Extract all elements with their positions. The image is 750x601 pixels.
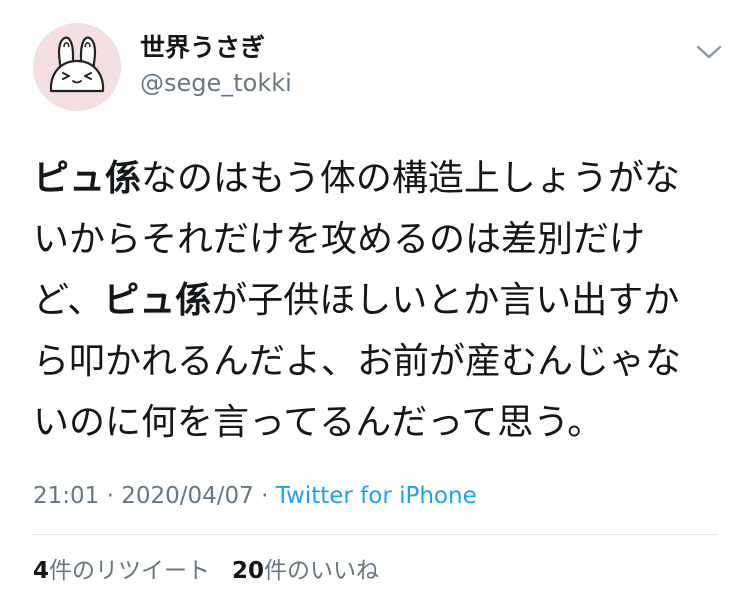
author-info[interactable]: 世界うさぎ @sege_tokki [140, 32, 292, 98]
tweet-detail: 世界うさぎ @sege_tokki ピュ係なのはもう体の構造上しょうがな いから… [0, 0, 750, 601]
tweet-text-segment: ら叩かれるんだよ、お前が産むんじゃな [33, 341, 682, 382]
tweet-time[interactable]: 21:01 [33, 483, 99, 509]
user-handle[interactable]: @sege_tokki [140, 68, 292, 98]
tweet-line: ら叩かれるんだよ、お前が産むんじゃな [33, 331, 723, 392]
tweet-date[interactable]: 2020/04/07 [121, 483, 254, 509]
tweet-source-link[interactable]: Twitter for iPhone [276, 483, 477, 509]
avatar[interactable] [33, 23, 121, 111]
display-name[interactable]: 世界うさぎ [140, 32, 292, 64]
like-count: 20 [232, 558, 265, 584]
tweet-line: ピュ係なのはもう体の構造上しょうがな [33, 148, 723, 209]
tweet-text-segment: が子供ほしいとか言い出すか [211, 280, 680, 321]
tweet-text-segment: いからそれだけを攻めるのは差別だけ [33, 219, 646, 260]
chevron-down-icon [696, 45, 722, 59]
like-label: 件のいいね [264, 558, 380, 584]
retweet-stat[interactable]: 4件のリツイート [33, 558, 210, 584]
tweet-line: ど、ピュ係が子供ほしいとか言い出すか [33, 270, 723, 331]
tweet-line: いのに何を言ってるんだって思う。 [33, 392, 723, 453]
meta-separator: · [253, 483, 276, 509]
divider [33, 534, 718, 535]
tweet-text-segment: いのに何を言ってるんだって思う。 [33, 402, 604, 443]
tweet-stats: 4件のリツイート 20件のいいね [33, 555, 379, 587]
retweet-label: 件のリツイート [49, 558, 211, 584]
tweet-text-segment: ど、 [33, 280, 104, 321]
rabbit-avatar-icon [33, 23, 121, 111]
tweet-text-bold: ピュ係 [33, 158, 142, 199]
tweet-line: いからそれだけを攻めるのは差別だけ [33, 209, 723, 270]
like-stat[interactable]: 20件のいいね [232, 558, 379, 584]
meta-separator: · [99, 483, 122, 509]
more-options-button[interactable] [690, 38, 728, 66]
tweet-text: ピュ係なのはもう体の構造上しょうがな いからそれだけを攻めるのは差別だけ ど、ピ… [33, 148, 723, 453]
tweet-text-bold: ピュ係 [103, 280, 212, 321]
tweet-text-segment: なのはもう体の構造上しょうがな [141, 158, 680, 199]
tweet-metadata: 21:01 · 2020/04/07 · Twitter for iPhone [33, 480, 477, 512]
retweet-count: 4 [33, 558, 50, 584]
